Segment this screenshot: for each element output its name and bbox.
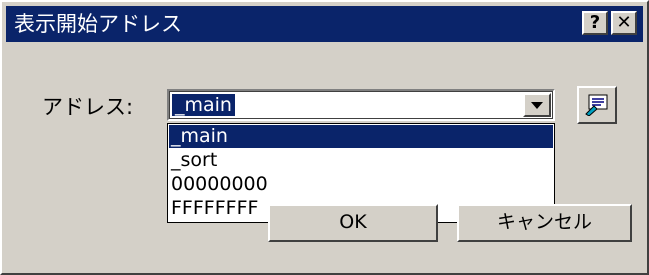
browse-symbol-icon — [585, 94, 608, 116]
ok-button[interactable]: OK — [268, 204, 438, 242]
chevron-down-icon — [531, 102, 543, 109]
title-bar: 表示開始アドレス ? ✕ — [6, 6, 643, 42]
address-dialog: 表示開始アドレス ? ✕ アドレス: _main _main _sort 000… — [0, 0, 649, 275]
close-button[interactable]: ✕ — [611, 11, 637, 35]
address-label: アドレス: — [42, 95, 134, 119]
dropdown-option-zero-address[interactable]: 00000000 — [169, 173, 553, 196]
help-button[interactable]: ? — [582, 11, 608, 35]
address-value[interactable]: _main — [172, 94, 235, 116]
window-title: 表示開始アドレス — [14, 12, 182, 36]
browse-symbol-button[interactable] — [577, 86, 617, 124]
cancel-button[interactable]: キャンセル — [457, 204, 632, 242]
dropdown-arrow-button[interactable] — [523, 93, 551, 117]
dropdown-option-main[interactable]: _main — [169, 125, 553, 148]
address-combobox[interactable]: _main — [167, 89, 555, 121]
dropdown-option-sort[interactable]: _sort — [169, 149, 553, 172]
